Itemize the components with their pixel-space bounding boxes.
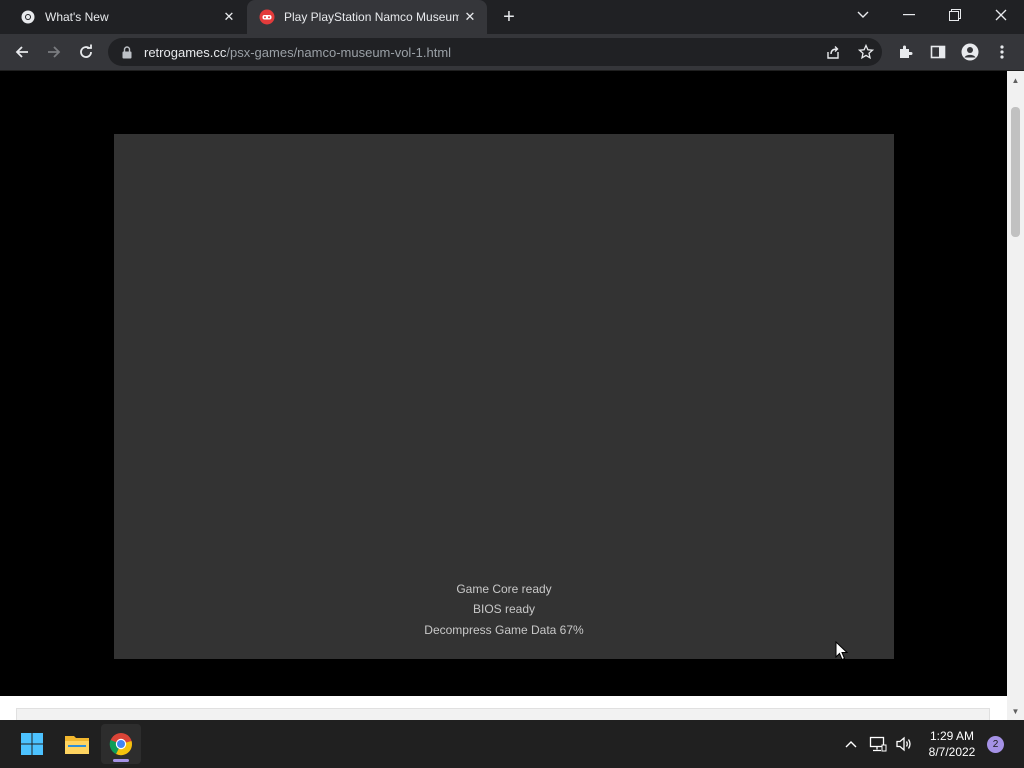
profile-button[interactable] [956, 38, 984, 66]
gamepad-icon [259, 9, 275, 25]
tab-close-button[interactable]: ✕ [459, 6, 481, 28]
clock-time: 1:29 AM [929, 729, 975, 743]
chrome-icon [20, 9, 36, 25]
tab-search-button[interactable] [840, 0, 886, 30]
taskbar: 1:29 AM 8/7/2022 [0, 720, 1024, 768]
share-icon[interactable] [823, 42, 843, 62]
speaker-icon [896, 736, 911, 752]
folder-icon [65, 736, 89, 754]
forward-button[interactable] [40, 38, 68, 66]
chevron-up-icon [845, 741, 857, 748]
game-emulator-canvas[interactable]: Game Core ready BIOS ready Decompress Ga… [114, 134, 894, 659]
file-explorer-button[interactable] [57, 724, 97, 764]
back-arrow-icon [15, 46, 28, 58]
browser-toolbar: retrogames.cc/psx-games/namco-museum-vol… [0, 34, 1024, 71]
content-panel-top [16, 708, 990, 720]
tab-whats-new[interactable]: What's New ✕ [8, 0, 246, 34]
clock-date: 8/7/2022 [928, 745, 976, 759]
scroll-down-arrow-icon[interactable]: ▼ [1007, 704, 1024, 718]
active-app-indicator [113, 759, 129, 762]
system-clock[interactable]: 1:29 AM 8/7/2022 [918, 728, 986, 760]
status-decompress: Decompress Game Data 67% [424, 623, 584, 637]
restore-button[interactable] [932, 0, 978, 30]
kebab-menu-icon [1000, 45, 1004, 59]
scroll-up-arrow-icon[interactable]: ▲ [1007, 73, 1024, 87]
reload-button[interactable] [72, 38, 100, 66]
tab-title: What's New [45, 10, 109, 24]
close-window-button[interactable] [978, 0, 1024, 30]
status-game-core: Game Core ready [456, 582, 552, 596]
back-button[interactable] [8, 38, 36, 66]
bookmark-star-icon[interactable] [856, 42, 876, 62]
network-button[interactable] [866, 720, 890, 768]
side-panel-icon [930, 45, 946, 59]
tab-close-button[interactable]: ✕ [218, 6, 240, 28]
mouse-cursor-icon [835, 641, 849, 661]
network-icon [869, 736, 887, 752]
new-tab-button[interactable]: + [497, 5, 521, 29]
url-text: retrogames.cc/psx-games/namco-museum-vol… [144, 45, 451, 60]
extensions-button[interactable] [892, 38, 920, 66]
url-host: retrogames.cc [144, 44, 227, 60]
minimize-button[interactable] [886, 0, 932, 30]
chrome-logo-icon [109, 733, 132, 756]
restore-icon [949, 9, 961, 21]
show-hidden-icons-button[interactable] [840, 720, 862, 768]
status-bios: BIOS ready [472, 602, 536, 616]
volume-button[interactable] [892, 720, 916, 768]
lock-icon[interactable] [120, 45, 134, 59]
notification-badge[interactable]: 2 [987, 736, 1004, 753]
scroll-thumb[interactable] [1011, 107, 1020, 237]
forward-arrow-icon [48, 46, 61, 58]
vertical-scrollbar[interactable]: ▲ ▼ [1007, 71, 1024, 720]
url-path: /psx-games/namco-museum-vol-1.html [226, 44, 452, 60]
tab-title: Play PlayStation Namco Museum Vol. 1 [284, 10, 459, 24]
page-content: Game Core ready BIOS ready Decompress Ga… [0, 71, 1007, 696]
menu-button[interactable] [988, 38, 1016, 66]
start-button[interactable] [12, 724, 52, 764]
puzzle-icon [900, 45, 913, 58]
chevron-down-icon [857, 11, 869, 18]
side-panel-button[interactable] [924, 38, 952, 66]
minimize-icon [903, 14, 915, 16]
profile-icon [961, 43, 979, 61]
reload-icon [80, 44, 92, 58]
windows-logo-icon [21, 733, 43, 755]
address-bar[interactable]: retrogames.cc/psx-games/namco-museum-vol… [108, 38, 882, 66]
page-footer-strip [0, 696, 1007, 720]
close-icon [995, 9, 1007, 21]
tab-strip: What's New ✕ Play PlayStation Namco Muse… [0, 0, 1024, 34]
chrome-taskbar-button[interactable] [101, 724, 141, 764]
tab-namco-museum[interactable]: Play PlayStation Namco Museum Vol. 1 ✕ [247, 0, 487, 34]
